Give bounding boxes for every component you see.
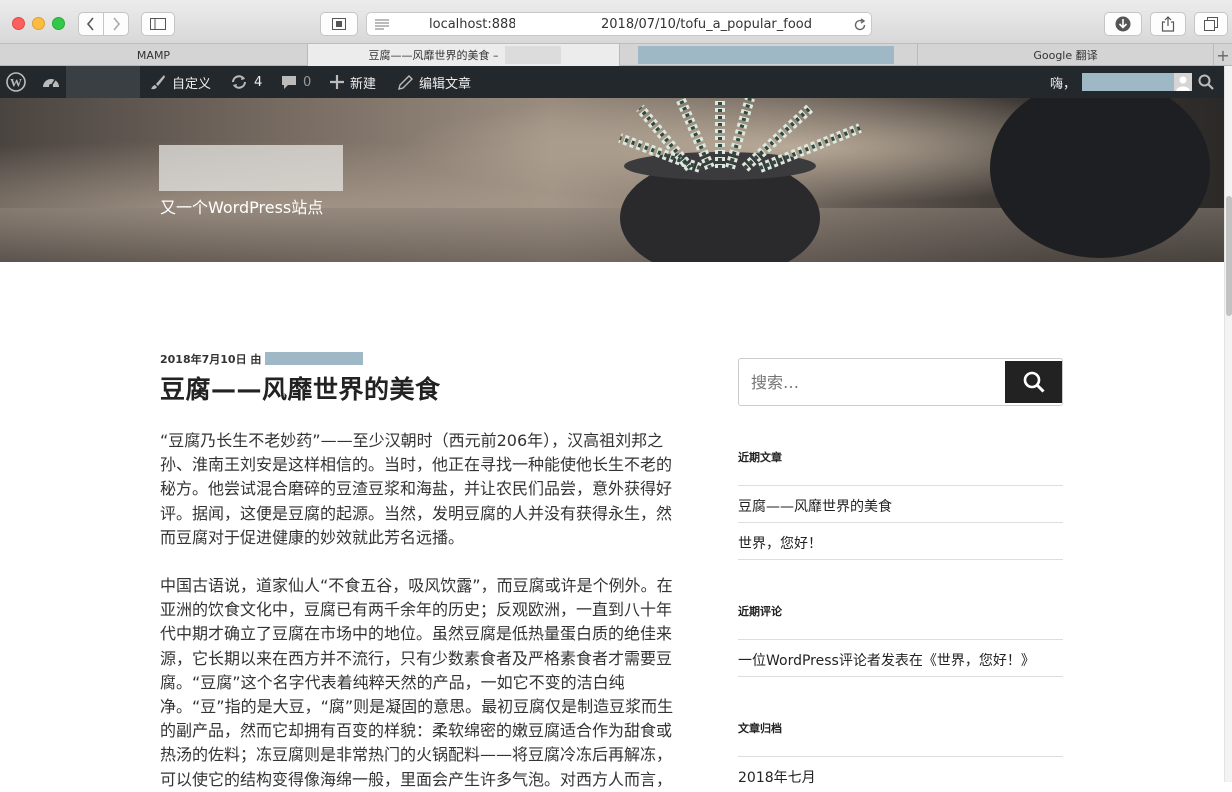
- new-label: 新建: [350, 76, 377, 92]
- divider: [738, 639, 1063, 640]
- tab-label: MAMP: [136, 48, 171, 62]
- comments-link[interactable]: 0: [281, 66, 311, 98]
- tab-active-post[interactable]: 豆腐——风靡世界的美食 –: [308, 44, 620, 66]
- search-icon: [1198, 74, 1214, 90]
- second-pot-image: [990, 98, 1210, 258]
- post-meta: 2018年7月10日 由: [160, 351, 364, 367]
- greeting-label: 嗨，: [1050, 76, 1077, 92]
- comment-bubble-icon: [282, 76, 296, 89]
- recent-post-link[interactable]: 豆腐——风靡世界的美食: [738, 496, 892, 516]
- search-icon: [1023, 371, 1045, 393]
- new-tab-button[interactable]: +: [1214, 44, 1232, 66]
- site-tagline: 又一个WordPress站点: [160, 198, 324, 217]
- redacted-site-title: [159, 145, 343, 191]
- comments-count: 0: [303, 74, 312, 90]
- downloads-button[interactable]: [1104, 12, 1142, 36]
- forward-button[interactable]: [103, 12, 129, 36]
- avatar: [1174, 73, 1193, 91]
- redacted-block: [638, 46, 894, 64]
- plant-pot-image: [618, 98, 862, 262]
- tab-google-translate[interactable]: Google 翻译: [918, 44, 1214, 66]
- new-content-link[interactable]: 新建: [330, 66, 376, 98]
- sidebar-toggle-button[interactable]: [141, 12, 175, 36]
- edit-post-label: 编辑文章: [419, 76, 472, 92]
- svg-text:W: W: [10, 76, 22, 90]
- tabs-icon: [1204, 17, 1218, 31]
- tab-mamp[interactable]: MAMP: [0, 44, 308, 66]
- dashboard-menu[interactable]: [42, 66, 60, 98]
- minimize-window-button[interactable]: [32, 17, 45, 30]
- chevron-right-icon: [113, 17, 121, 31]
- adminbar-search-button[interactable]: [1198, 66, 1214, 98]
- recent-comments-title: 近期评论: [738, 605, 782, 618]
- zoom-window-button[interactable]: [52, 17, 65, 30]
- divider: [738, 559, 1063, 560]
- customize-link[interactable]: 自定义: [150, 66, 211, 98]
- search-input[interactable]: [739, 359, 1005, 405]
- tabs-overview-button[interactable]: [1194, 12, 1228, 36]
- post-title: 豆腐——风靡世界的美食: [160, 375, 441, 404]
- reader-icon: [332, 18, 346, 30]
- edit-post-link[interactable]: 编辑文章: [398, 66, 471, 98]
- recent-posts-title: 近期文章: [738, 451, 782, 464]
- chevron-left-icon: [86, 17, 94, 31]
- user-avatar-icon: [1174, 73, 1193, 91]
- divider: [738, 676, 1063, 677]
- search-form: [738, 358, 1063, 406]
- scrollbar-thumb[interactable]: [1226, 196, 1232, 316]
- wordpress-logo-icon: W: [6, 72, 26, 92]
- account-menu[interactable]: 嗨，: [1050, 66, 1193, 98]
- updates-count: 4: [254, 74, 263, 90]
- download-icon: [1115, 16, 1131, 32]
- plus-icon: [330, 75, 344, 89]
- divider: [738, 522, 1063, 523]
- reader-button[interactable]: [320, 12, 358, 36]
- address-bar[interactable]: localhost:8888/ 2018/07/10/tofu_a_popula…: [366, 12, 872, 36]
- browser-toolbar: localhost:8888/ 2018/07/10/tofu_a_popula…: [0, 0, 1232, 44]
- recent-comment-link[interactable]: 一位WordPress评论者发表在《世界，您好！》: [738, 650, 1035, 670]
- page-menu-icon: [375, 19, 389, 30]
- pencil-icon: [398, 74, 413, 90]
- customize-label: 自定义: [172, 76, 212, 92]
- post-paragraph-2: 中国古语说，道家仙人“不食五谷，吸风饮露”，而豆腐或许是个例外。在亚洲的饮食文化…: [160, 576, 674, 789]
- close-window-button[interactable]: [12, 17, 25, 30]
- back-button[interactable]: [78, 12, 104, 36]
- url-path: 2018/07/10/tofu_a_popular_food_in_th: [601, 17, 811, 32]
- sidebar-icon: [150, 18, 166, 30]
- archive-link[interactable]: 2018年七月: [738, 767, 816, 787]
- redacted-block: [505, 46, 561, 64]
- redacted-block: [515, 13, 601, 35]
- archives-title: 文章归档: [738, 722, 782, 735]
- header-image: 又一个WordPress站点: [0, 98, 1224, 262]
- redacted-username: [1082, 73, 1175, 91]
- search-submit-button[interactable]: [1005, 361, 1062, 403]
- share-icon: [1161, 16, 1175, 32]
- redacted-author: [265, 352, 364, 365]
- dashboard-icon: [43, 79, 59, 88]
- tab-bar: MAMP 豆腐——风靡世界的美食 – Google 翻译 +: [0, 44, 1232, 66]
- recent-post-link[interactable]: 世界，您好！: [738, 533, 822, 553]
- tab-label: Google 翻译: [1033, 49, 1098, 62]
- redacted-site-name: [66, 66, 140, 98]
- wp-logo-menu[interactable]: W: [6, 66, 26, 98]
- share-button[interactable]: [1150, 12, 1186, 36]
- page-scrollbar[interactable]: [1224, 66, 1232, 782]
- reload-icon[interactable]: [853, 18, 867, 32]
- updates-link[interactable]: 4: [230, 66, 262, 98]
- post-paragraph-1: “豆腐乃长生不老妙药”——至少汉朝时（西元前206年），汉高祖刘邦之孙、淮南王刘…: [160, 431, 673, 547]
- divider: [738, 485, 1063, 486]
- divider: [738, 756, 1063, 757]
- updates-icon: [232, 75, 246, 89]
- tab-label: 豆腐——风靡世界的美食 –: [368, 49, 499, 62]
- wp-admin-bar: W 自定义 4 0 新建 编辑文章 嗨，: [0, 66, 1224, 98]
- brush-icon: [151, 75, 165, 90]
- tab-redacted[interactable]: [620, 44, 918, 66]
- post-date-author: 2018年7月10日 由: [160, 353, 262, 366]
